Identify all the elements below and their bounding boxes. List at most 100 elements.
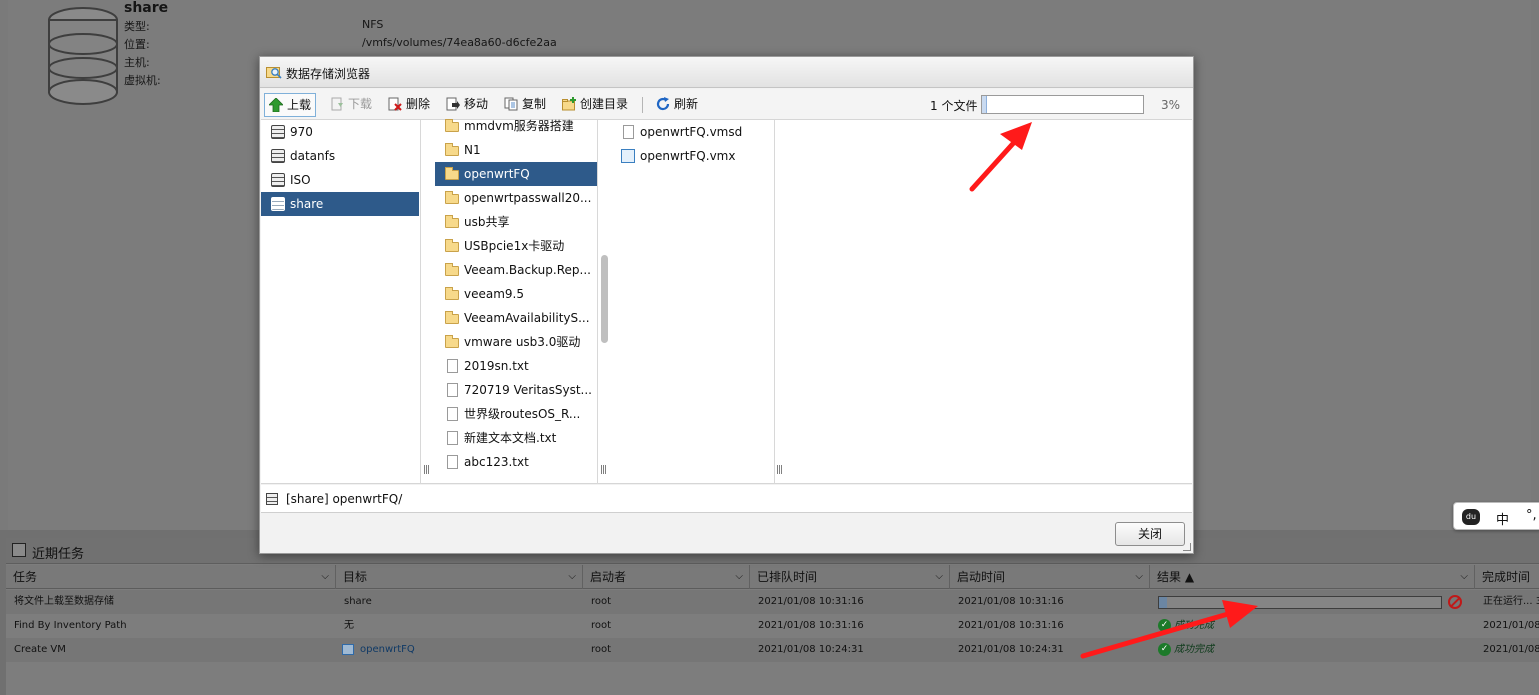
- dialog-titlebar[interactable]: 数据存储浏览器: [260, 57, 1193, 88]
- vm-icon: [342, 644, 354, 655]
- datastore-icon: [271, 125, 285, 139]
- column-resize-handle[interactable]: |||: [600, 465, 607, 475]
- file-icon: [447, 407, 458, 421]
- list-item[interactable]: 970: [261, 120, 419, 144]
- download-button[interactable]: 下载: [326, 93, 376, 117]
- datastore-icon: [271, 197, 285, 211]
- list-item[interactable]: VeeamAvailabilityS...: [435, 306, 597, 330]
- copy-icon: [504, 97, 518, 111]
- table-row[interactable]: Create VM openwrtFQ root 2021/01/08 10:2…: [6, 638, 1539, 662]
- task-queued: 2021/01/08 10:31:16: [758, 620, 864, 631]
- folder-list: mmdvm服务器搭建 N1 openwrtFQ openwrtpasswall20..…: [435, 114, 597, 478]
- upload-progress-fill: [982, 96, 987, 113]
- upload-icon: [269, 98, 283, 112]
- task-result: ✓ 成功完成: [1150, 638, 1475, 662]
- list-item[interactable]: 新建文本文档.txt: [435, 426, 597, 450]
- datastore-icon: [271, 173, 285, 187]
- prop-vm-label: 虚拟机:: [124, 74, 161, 87]
- column-resize-handle[interactable]: |||: [423, 465, 430, 475]
- col-queued[interactable]: 已排队时间 ⌵: [750, 565, 950, 589]
- download-icon: [331, 97, 343, 111]
- tasks-icon: [12, 543, 26, 557]
- datastore-list: 970 datanfs ISO share: [261, 120, 419, 484]
- resize-grip-icon[interactable]: [1183, 543, 1191, 551]
- prop-host-label: 主机:: [124, 56, 150, 69]
- task-started: 2021/01/08 10:24:31: [958, 644, 1064, 655]
- file-icon: [447, 383, 458, 397]
- task-queued: 2021/01/08 10:31:16: [758, 596, 864, 607]
- task-target-link[interactable]: openwrtFQ: [336, 638, 583, 662]
- scrollbar[interactable]: [601, 255, 608, 343]
- column-divider[interactable]: [420, 120, 421, 484]
- folder-icon: [445, 335, 459, 348]
- list-item[interactable]: usb共享: [435, 210, 597, 234]
- list-item-selected[interactable]: openwrtFQ: [435, 162, 597, 186]
- list-item[interactable]: 720719 VeritasSyst...: [435, 378, 597, 402]
- file-browser: 970 datanfs ISO share ||| mmdvm服务器搭建 N1 op…: [261, 119, 1192, 484]
- folder-icon: [445, 191, 459, 204]
- list-item[interactable]: N1: [435, 138, 597, 162]
- list-item[interactable]: openwrtFQ.vmsd: [611, 120, 773, 144]
- col-result[interactable]: 结果 ▲ ⌵: [1150, 565, 1475, 589]
- refresh-button[interactable]: 刷新: [652, 93, 702, 117]
- list-item[interactable]: USBpcie1x卡驱动: [435, 234, 597, 258]
- column-divider[interactable]: [597, 120, 598, 484]
- list-item[interactable]: cn_windows_10_bu...: [435, 474, 597, 478]
- task-started: 2021/01/08 10:31:16: [958, 596, 1064, 607]
- col-started[interactable]: 启动时间 ⌵: [950, 565, 1150, 589]
- task-progress-fill: [1159, 597, 1168, 608]
- col-initiator[interactable]: 启动者 ⌵: [583, 565, 750, 589]
- list-item-selected[interactable]: share: [261, 192, 419, 216]
- move-icon: [446, 97, 460, 111]
- task-name: Find By Inventory Path: [14, 620, 127, 631]
- delete-icon: [388, 97, 402, 111]
- task-progress-bar: [1158, 596, 1442, 609]
- upload-progress-bar: [981, 95, 1144, 114]
- folder-icon: [445, 167, 459, 180]
- folder-icon: [445, 239, 459, 252]
- upload-progress-percent: 3%: [1161, 98, 1181, 112]
- list-item[interactable]: Veeam.Backup.Rep...: [435, 258, 597, 282]
- prop-type-label: 类型:: [124, 20, 150, 33]
- list-item[interactable]: vmware usb3.0驱动: [435, 330, 597, 354]
- list-item[interactable]: abc123.txt: [435, 450, 597, 474]
- task-name: Create VM: [14, 644, 66, 655]
- cancel-task-icon[interactable]: [1448, 595, 1462, 609]
- file-icon: [447, 455, 458, 469]
- prop-location-label: 位置:: [124, 38, 150, 51]
- success-icon: ✓: [1158, 643, 1171, 656]
- ime-mode[interactable]: 中: [1496, 509, 1509, 528]
- vm-file-list: openwrtFQ.vmsd openwrtFQ.vmx: [611, 120, 773, 484]
- col-task[interactable]: 任务 ⌵: [6, 565, 336, 589]
- task-initiator: root: [591, 596, 612, 607]
- list-item[interactable]: mmdvm服务器搭建: [435, 114, 597, 138]
- recent-tasks-title: 近期任务: [32, 547, 85, 562]
- list-item[interactable]: 2019sn.txt: [435, 354, 597, 378]
- ime-punct[interactable]: °,: [1526, 508, 1537, 523]
- col-completed[interactable]: 完成时间 ▼: [1475, 565, 1539, 608]
- folder-icon: [445, 215, 459, 228]
- path-bar: [share] openwrtFQ/: [261, 485, 1192, 513]
- list-item[interactable]: veeam9.5: [435, 282, 597, 306]
- task-target: share: [344, 596, 372, 607]
- list-item[interactable]: openwrtFQ.vmx: [611, 144, 773, 168]
- list-item[interactable]: 世界级routesOS_R...: [435, 402, 597, 426]
- col-target[interactable]: 目标 ⌵: [336, 565, 583, 589]
- task-completed: 2021/01/08 1: [1483, 620, 1539, 631]
- delete-button[interactable]: 删除: [384, 93, 434, 117]
- list-item[interactable]: datanfs: [261, 144, 419, 168]
- column-divider[interactable]: [774, 120, 775, 484]
- close-button[interactable]: 关闭: [1115, 522, 1185, 546]
- column-resize-handle[interactable]: |||: [776, 465, 783, 475]
- upload-button[interactable]: 上载: [264, 93, 317, 117]
- task-completed: 2021/01/08 1: [1483, 644, 1539, 655]
- list-item[interactable]: openwrtpasswall20...: [435, 186, 597, 210]
- folder-icon: [445, 119, 459, 132]
- new-folder-icon: [562, 97, 576, 111]
- task-completed: 正在运行... 3: [1483, 596, 1539, 607]
- list-item[interactable]: ISO: [261, 168, 419, 192]
- table-row[interactable]: Find By Inventory Path 无 root 2021/01/08…: [6, 614, 1539, 638]
- prop-location-value: /vmfs/volumes/74ea8a60-d6cfe2aa: [362, 36, 557, 49]
- ime-widget[interactable]: du 中 °,: [1453, 502, 1539, 530]
- current-path: [share] openwrtFQ/: [286, 492, 403, 506]
